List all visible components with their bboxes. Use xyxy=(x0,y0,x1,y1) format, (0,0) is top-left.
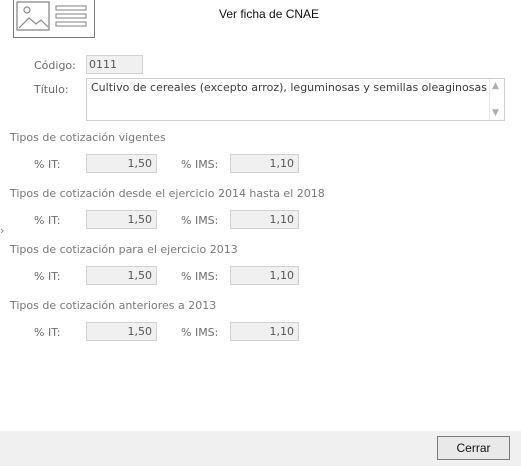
titulo-label: Título: xyxy=(34,83,69,96)
codigo-label: Código: xyxy=(34,59,76,72)
it-label: % IT: xyxy=(34,270,61,283)
codigo-field[interactable]: 0111 xyxy=(86,55,143,74)
titulo-scrollbar[interactable]: ▲ ▼ xyxy=(489,79,504,120)
ims-label: % IMS: xyxy=(181,214,219,227)
section-title-anteriores-2013: Tipos de cotización anteriores a 2013 xyxy=(10,299,217,312)
section-title-2013: Tipos de cotización para el ejercicio 20… xyxy=(10,243,238,256)
it-field-vigentes[interactable]: 1,50 xyxy=(86,154,157,173)
titulo-textarea[interactable]: Cultivo de cereales (excepto arroz), leg… xyxy=(86,78,505,121)
close-button[interactable]: Cerrar xyxy=(437,436,510,460)
it-label: % IT: xyxy=(34,158,61,171)
id-card-icon xyxy=(13,0,95,38)
ims-label: % IMS: xyxy=(181,158,219,171)
ims-field-2013[interactable]: 1,10 xyxy=(230,266,299,285)
chevron-right-icon[interactable]: › xyxy=(0,225,4,236)
window-title: Ver ficha de CNAE xyxy=(219,7,320,21)
it-label: % IT: xyxy=(34,214,61,227)
ims-field-anteriores-2013[interactable]: 1,10 xyxy=(230,322,299,341)
ims-field-2014-2018[interactable]: 1,10 xyxy=(230,210,299,229)
it-field-2013[interactable]: 1,50 xyxy=(86,266,157,285)
titulo-text: Cultivo de cereales (excepto arroz), leg… xyxy=(91,81,487,94)
section-title-2014-2018: Tipos de cotización desde el ejercicio 2… xyxy=(10,187,325,200)
ims-label: % IMS: xyxy=(181,326,219,339)
section-title-vigentes: Tipos de cotización vigentes xyxy=(10,131,166,144)
it-field-2014-2018[interactable]: 1,50 xyxy=(86,210,157,229)
ims-label: % IMS: xyxy=(181,270,219,283)
scroll-up-icon[interactable]: ▲ xyxy=(492,81,499,91)
scroll-down-icon[interactable]: ▼ xyxy=(492,108,499,118)
ims-field-vigentes[interactable]: 1,10 xyxy=(230,154,299,173)
it-field-anteriores-2013[interactable]: 1,50 xyxy=(86,322,157,341)
it-label: % IT: xyxy=(34,326,61,339)
